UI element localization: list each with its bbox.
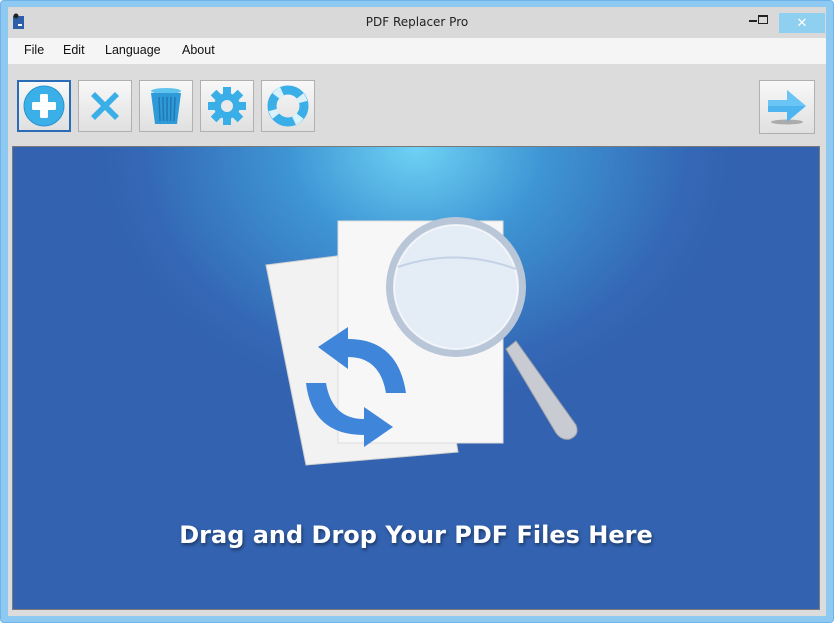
next-button[interactable]: [759, 80, 815, 134]
maximize-icon: [758, 14, 768, 24]
trash-icon: [151, 88, 181, 124]
menu-edit[interactable]: Edit: [63, 43, 85, 57]
drop-zone[interactable]: Drag and Drop Your PDF Files Here: [12, 146, 820, 610]
pdf-replace-illustration-icon: [265, 217, 578, 466]
clear-list-button[interactable]: [139, 80, 193, 132]
title-bar: PDF Replacer Pro ✕: [8, 7, 826, 38]
add-files-button[interactable]: [17, 80, 71, 132]
close-button[interactable]: ✕: [779, 13, 825, 33]
arrow-right-icon: [768, 90, 806, 125]
app-window: PDF Replacer Pro ✕ File Edit Language Ab…: [0, 0, 834, 623]
menu-bar: File Edit Language About: [8, 38, 826, 64]
menu-about[interactable]: About: [182, 43, 215, 57]
menu-language[interactable]: Language: [105, 43, 161, 57]
window-title: PDF Replacer Pro: [365, 15, 469, 29]
remove-file-button[interactable]: [78, 80, 132, 132]
close-icon: ✕: [796, 15, 808, 31]
plus-circle-icon: [23, 85, 65, 127]
gear-icon: [208, 87, 246, 125]
x-icon: [91, 92, 119, 120]
settings-button[interactable]: [200, 80, 254, 132]
drop-hint-text: Drag and Drop Your PDF Files Here: [179, 521, 653, 549]
menu-file[interactable]: File: [24, 43, 44, 57]
help-button[interactable]: [261, 80, 315, 132]
client-area: File Edit Language About Drag and Drop Y…: [8, 38, 826, 616]
lifebuoy-icon: [267, 85, 309, 127]
